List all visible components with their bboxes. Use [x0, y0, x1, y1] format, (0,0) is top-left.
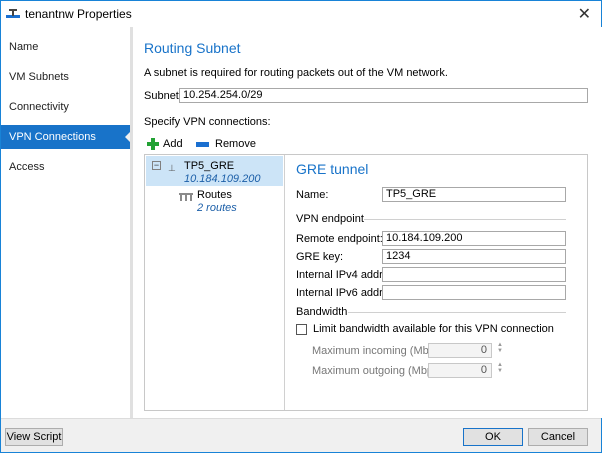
max-outgoing-stepper[interactable]: ▲ ▼: [496, 362, 504, 374]
section-title: Routing Subnet: [144, 40, 241, 56]
gre-key-input[interactable]: 1234: [382, 249, 566, 264]
name-input[interactable]: TP5_GRE: [382, 187, 566, 202]
collapse-icon[interactable]: −: [152, 161, 161, 170]
max-incoming-stepper[interactable]: ▲ ▼: [496, 342, 504, 354]
title-bar: tenantnw Properties ✕: [1, 1, 601, 27]
specify-vpn-label: Specify VPN connections:: [144, 116, 271, 128]
section-description: A subnet is required for routing packets…: [144, 67, 448, 79]
close-icon[interactable]: ✕: [578, 4, 591, 24]
limit-bandwidth-checkbox[interactable]: [296, 324, 307, 335]
ipv6-input[interactable]: [382, 285, 566, 300]
remote-endpoint-input[interactable]: 10.184.109.200: [382, 231, 566, 246]
sidebar: Name VM Subnets Connectivity VPN Connect…: [1, 27, 133, 418]
cancel-button[interactable]: Cancel: [528, 428, 588, 446]
routes-label: Routes: [197, 189, 232, 201]
sidebar-item-access[interactable]: Access: [1, 155, 132, 179]
network-icon: [6, 9, 20, 18]
subnet-input[interactable]: 10.254.254.0/29: [179, 88, 588, 103]
vpn-endpoint-label: VPN endpoint: [296, 213, 364, 225]
routes-icon: [179, 193, 193, 202]
max-incoming-label: Maximum incoming (Mbps):: [312, 345, 448, 357]
properties-window: tenantnw Properties ✕ Name VM Subnets Co…: [0, 0, 602, 453]
remove-label: Remove: [215, 138, 256, 150]
sidebar-item-label: VPN Connections: [9, 131, 96, 143]
main-content: Routing Subnet A subnet is required for …: [133, 27, 602, 418]
routes-count: 2 routes: [197, 202, 237, 214]
sidebar-item-connectivity[interactable]: Connectivity: [1, 95, 132, 119]
footer-bar: View Script OK Cancel: [1, 418, 601, 452]
sidebar-item-vm-subnets[interactable]: VM Subnets: [1, 65, 132, 89]
gre-tunnel-title: GRE tunnel: [296, 161, 369, 177]
gre-key-label: GRE key:: [296, 251, 344, 263]
limit-bandwidth-label[interactable]: Limit bandwidth available for this VPN c…: [313, 323, 554, 335]
group-divider: [348, 312, 566, 313]
tunnel-icon: ⊥: [168, 163, 176, 173]
connection-name: TP5_GRE: [184, 160, 235, 172]
sidebar-item-vpn-connections[interactable]: VPN Connections: [1, 125, 133, 149]
max-outgoing-input[interactable]: 0: [428, 363, 492, 378]
vpn-tree: − ⊥ TP5_GRE 10.184.109.200 Routes 2 rout…: [145, 155, 285, 410]
add-label: Add: [163, 138, 183, 150]
max-outgoing-label: Maximum outgoing (Mbps):: [312, 365, 446, 377]
ok-button[interactable]: OK: [463, 428, 523, 446]
name-label: Name:: [296, 189, 329, 201]
connection-ip: 10.184.109.200: [184, 173, 261, 185]
bandwidth-label: Bandwidth: [296, 306, 348, 318]
view-script-button[interactable]: View Script: [5, 428, 63, 446]
ipv4-input[interactable]: [382, 267, 566, 282]
tree-node-tp5-gre[interactable]: − ⊥ TP5_GRE 10.184.109.200: [146, 156, 283, 186]
max-incoming-input[interactable]: 0: [428, 343, 492, 358]
add-button[interactable]: Add: [147, 138, 183, 150]
gre-tunnel-details: GRE tunnel Name: TP5_GRE VPN endpoint Re…: [286, 155, 587, 410]
group-divider: [364, 219, 566, 220]
remote-endpoint-label: Remote endpoint:: [296, 233, 383, 245]
sidebar-item-label: Name: [9, 41, 39, 53]
minus-icon: [196, 141, 209, 147]
window-title: tenantnw Properties: [25, 7, 132, 21]
remove-button[interactable]: Remove: [196, 138, 256, 150]
plus-icon: [147, 138, 159, 150]
subnet-label: Subnet:: [144, 90, 182, 102]
sidebar-item-label: Connectivity: [9, 101, 69, 113]
vpn-connections-panel: − ⊥ TP5_GRE 10.184.109.200 Routes 2 rout…: [144, 154, 588, 411]
sidebar-item-label: Access: [9, 161, 45, 173]
sidebar-item-name[interactable]: Name: [1, 35, 132, 59]
sidebar-item-label: VM Subnets: [9, 71, 69, 83]
